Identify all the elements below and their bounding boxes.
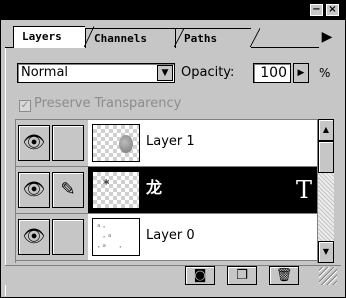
layer-name: Layer 1: [146, 134, 195, 149]
layer-row-layer-1[interactable]: 👁 Layer 1: [16, 120, 318, 167]
layer-thumbnail: [92, 124, 140, 162]
close-button[interactable]: ×: [326, 4, 339, 16]
resize-grip[interactable]: [319, 267, 337, 285]
eye-icon[interactable]: 👁: [18, 172, 50, 208]
palette-title-bar[interactable]: − ×: [1, 1, 345, 20]
layer-name: Layer 0: [146, 228, 195, 243]
thumbnail-content: *: [103, 177, 110, 191]
layer-name: 龙: [146, 178, 163, 197]
preserve-transparency-checkbox[interactable]: ✓: [19, 100, 31, 112]
new-layer-button[interactable]: ❐: [227, 266, 257, 285]
thumbnail-content: ᵃ· ·ᵃ ·ᵃ ·: [96, 223, 124, 253]
layer-row-dragon-text[interactable]: 👁 ✎ * 龙 T: [16, 167, 318, 214]
opacity-slider-arrow-icon[interactable]: ▶: [293, 63, 309, 83]
tab-layers[interactable]: Layers: [13, 26, 94, 48]
eye-icon[interactable]: 👁: [18, 125, 50, 161]
tab-channels[interactable]: Channels: [85, 28, 184, 48]
layer-main-cell[interactable]: Layer 1: [88, 120, 318, 166]
thumbnail-content: [119, 135, 133, 153]
layers-palette: − × Layers Channels Paths ▶ Normal ▼ Opa…: [0, 0, 346, 298]
palette-menu-arrow-icon[interactable]: ▶: [317, 26, 337, 48]
preserve-transparency-option[interactable]: ✓ Preserve Transparency: [19, 96, 181, 112]
scroll-down-icon[interactable]: ▼: [318, 241, 334, 263]
opacity-label: Opacity:: [181, 65, 235, 80]
blend-mode-select[interactable]: Normal ▼: [17, 63, 175, 83]
type-layer-icon: T: [295, 176, 312, 204]
palette-tabs: Layers Channels Paths ▶: [5, 24, 341, 48]
layers-scrollbar[interactable]: ▲ ▼: [317, 119, 334, 263]
layer-main-cell[interactable]: * 龙 T: [88, 167, 318, 213]
add-mask-button[interactable]: ◙: [185, 266, 215, 285]
opacity-input[interactable]: 100: [253, 63, 291, 83]
trash-icon[interactable]: 🗑: [269, 266, 299, 285]
chevron-down-icon[interactable]: ▼: [157, 65, 173, 81]
scroll-up-icon[interactable]: ▲: [318, 119, 334, 141]
opacity-unit: %: [319, 66, 331, 80]
minimize-button[interactable]: −: [310, 4, 323, 16]
brush-icon[interactable]: ✎: [52, 172, 84, 208]
scroll-thumb[interactable]: [318, 141, 334, 173]
palette-button-bar: ◙ ❐ 🗑: [5, 265, 341, 285]
layer-link-toggle[interactable]: [52, 219, 84, 255]
preserve-transparency-label: Preserve Transparency: [34, 96, 182, 111]
eye-icon[interactable]: 👁: [18, 219, 50, 255]
layer-thumbnail: ᵃ· ·ᵃ ·ᵃ ·: [92, 218, 140, 256]
layer-link-toggle[interactable]: [52, 125, 84, 161]
layer-row-layer-0[interactable]: 👁 ᵃ· ·ᵃ ·ᵃ · Layer 0: [16, 214, 318, 261]
tab-paths[interactable]: Paths: [175, 28, 260, 48]
layers-list: 👁 Layer 1 👁 ✎ * 龙 T 👁 ᵃ· ·ᵃ ·ᵃ · Layer 0: [15, 119, 318, 263]
blend-mode-value: Normal: [21, 65, 69, 80]
layer-thumbnail: *: [92, 171, 140, 209]
layer-main-cell[interactable]: ᵃ· ·ᵃ ·ᵃ · Layer 0: [88, 214, 318, 260]
